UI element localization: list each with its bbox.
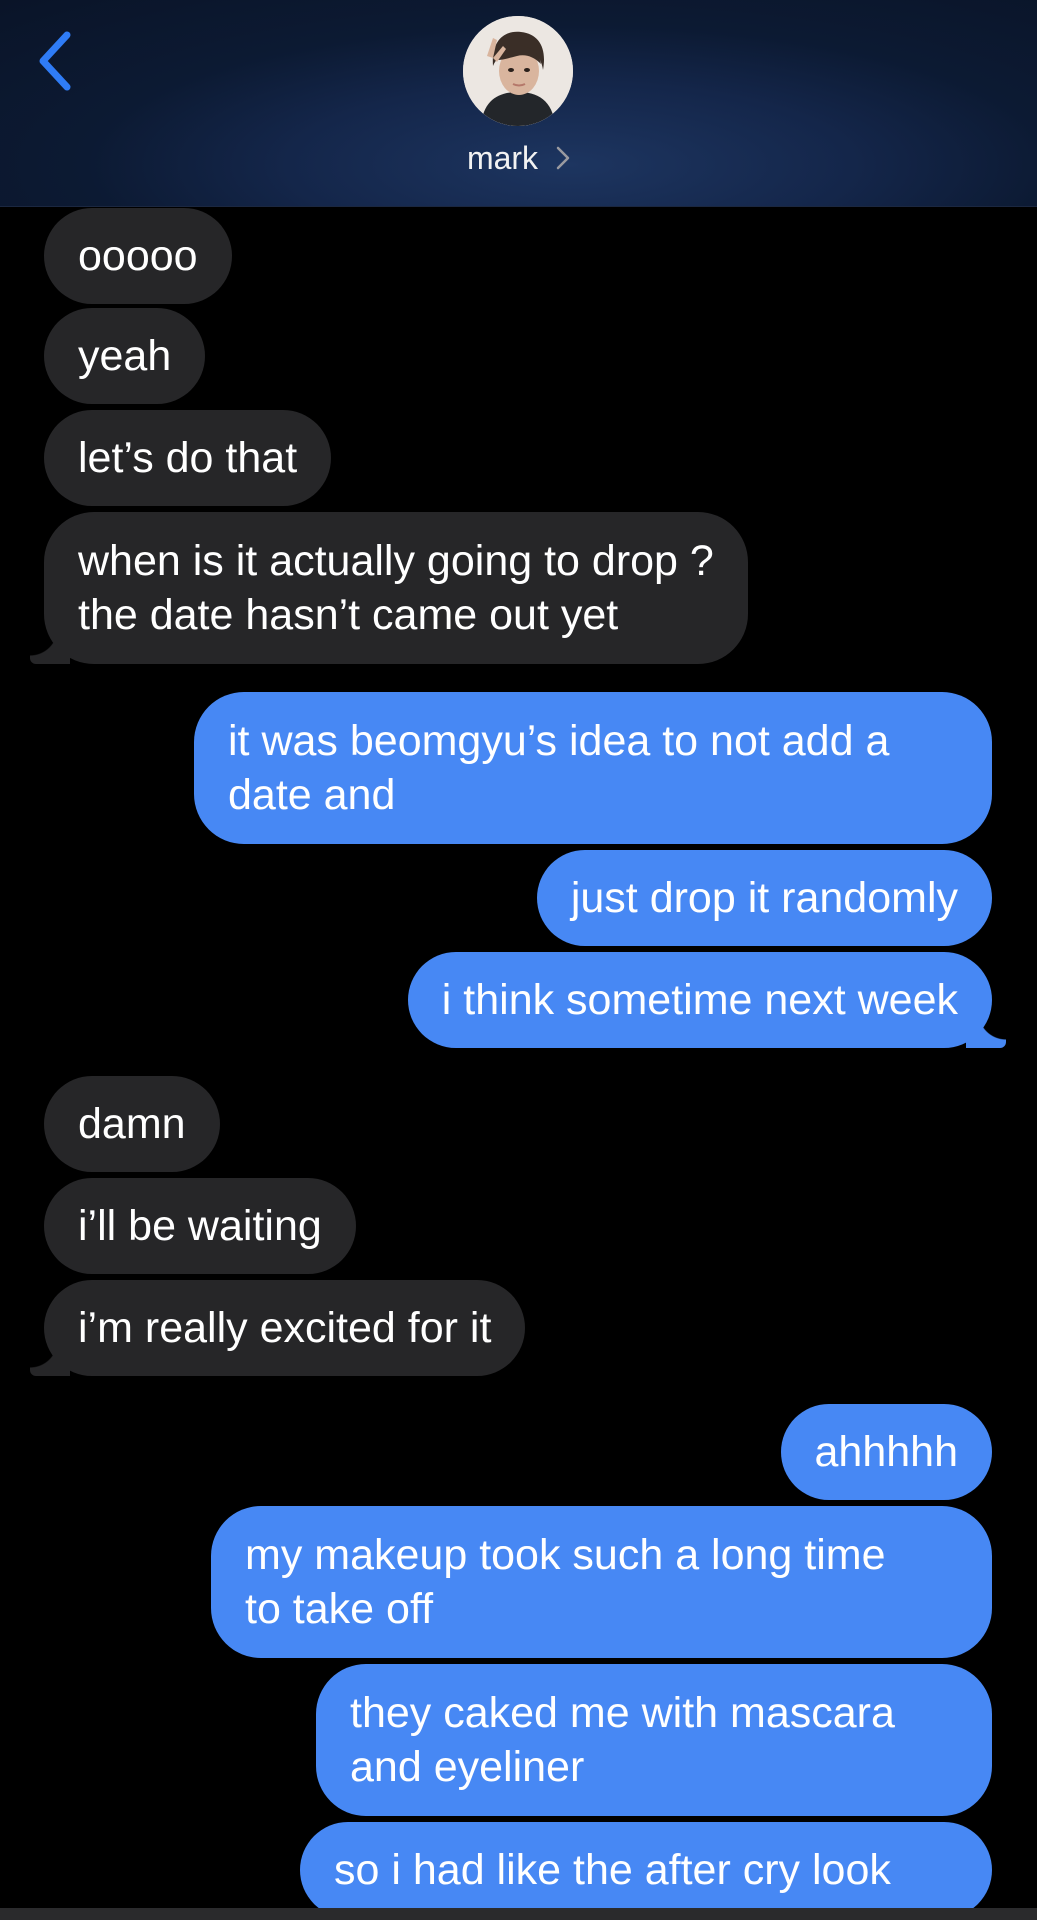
message-thread: ooooo yeah let’s do that when is it actu…: [0, 0, 1037, 1920]
message-bubble-sent[interactable]: it was beomgyu’s idea to not add a date …: [194, 692, 992, 844]
message-text: they caked me with mascara: [350, 1689, 895, 1737]
message-text: i’ll be waiting: [78, 1202, 322, 1250]
message-text: damn: [78, 1100, 186, 1148]
message-text: i think sometime next week: [441, 976, 958, 1024]
message-text: the date hasn’t came out yet: [78, 591, 619, 639]
message-text: ahhhhh: [814, 1428, 959, 1476]
message-text: i’m really excited for it: [78, 1304, 492, 1352]
message-bubble-sent[interactable]: ahhhhh: [780, 1404, 992, 1500]
message-text: when is it actually going to drop ?: [78, 537, 714, 585]
message-text: and eyeliner: [350, 1743, 585, 1791]
message-bubble-sent[interactable]: so i had like the after cry look: [300, 1822, 992, 1918]
contact-photo: [463, 16, 573, 126]
message-bubble-sent[interactable]: my makeup took such a long time to take …: [211, 1506, 992, 1658]
message-bubble-received[interactable]: yeah: [44, 308, 206, 404]
message-bubble-sent[interactable]: just drop it randomly: [536, 850, 992, 946]
message-text: it was beomgyu’s idea to not add a: [228, 717, 890, 765]
message-bubble-received[interactable]: let’s do that: [44, 410, 332, 506]
chevron-left-icon: [39, 31, 71, 91]
message-text: just drop it randomly: [570, 874, 958, 922]
message-bubble-sent[interactable]: they caked me with mascara and eyeliner: [316, 1664, 992, 1816]
conversation-header: mark: [0, 0, 1037, 207]
message-bubble-received[interactable]: i’m really excited for it: [29, 1280, 526, 1376]
message-bubble-received[interactable]: when is it actually going to drop ? the …: [30, 512, 748, 664]
bottom-edge: [0, 1908, 1037, 1920]
message-text: yeah: [78, 332, 172, 380]
message-text: let’s do that: [78, 434, 298, 482]
message-bubble-received[interactable]: ooooo: [44, 208, 232, 304]
message-bubble-received[interactable]: damn: [44, 1076, 220, 1172]
message-text: my makeup took such a long time: [245, 1531, 886, 1579]
message-text: ooooo: [78, 232, 198, 280]
message-text: so i had like the after cry look: [334, 1846, 891, 1894]
message-bubble-received[interactable]: i’ll be waiting: [44, 1178, 356, 1274]
back-button[interactable]: [30, 26, 80, 96]
chevron-right-icon: [556, 146, 570, 170]
contact-avatar[interactable]: [463, 16, 573, 126]
message-text: date and: [228, 771, 396, 819]
message-bubble-sent[interactable]: i think sometime next week: [407, 952, 1007, 1048]
contact-name: mark: [466, 139, 539, 176]
contact-name-button[interactable]: mark: [0, 136, 1037, 180]
message-text: to take off: [245, 1585, 434, 1633]
